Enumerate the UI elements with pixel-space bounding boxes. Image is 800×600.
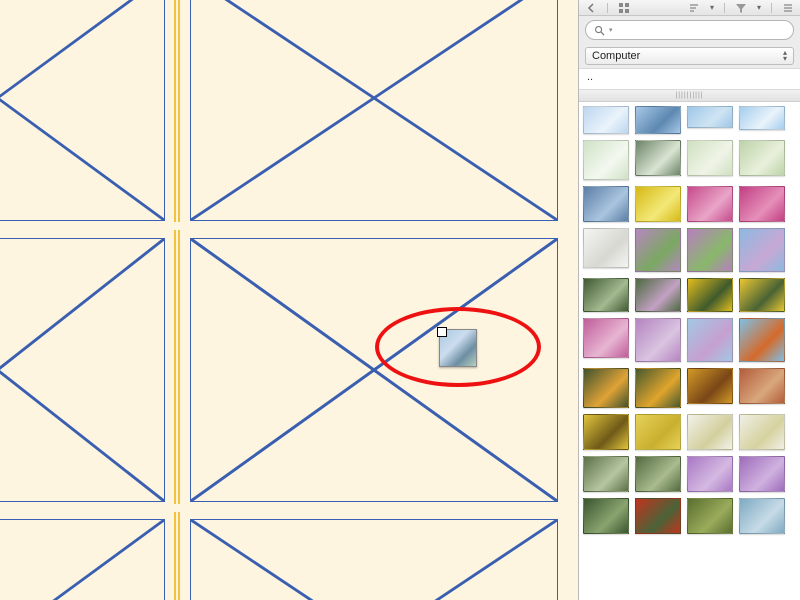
thumbnail[interactable] [739, 414, 785, 450]
thumbnail[interactable] [687, 140, 733, 176]
thumbnail[interactable] [583, 318, 629, 358]
panel-toolbar: ▾ ▾ [579, 0, 800, 16]
stepper-icon: ▴▾ [783, 50, 787, 62]
thumbnail[interactable] [687, 228, 733, 272]
thumbnail[interactable] [687, 106, 733, 128]
thumbnail[interactable] [635, 106, 681, 134]
thumbnail[interactable] [687, 498, 733, 534]
search-row: ▾ [579, 16, 800, 44]
thumbnail[interactable] [739, 456, 785, 492]
drag-preview-thumbnail[interactable] [439, 329, 477, 367]
thumbnail[interactable] [635, 186, 681, 222]
thumbnail[interactable] [583, 186, 629, 222]
location-selected-label: Computer [592, 50, 640, 62]
chevron-down-icon[interactable]: ▾ [710, 5, 714, 11]
thumbnail[interactable] [583, 414, 629, 450]
image-frame[interactable] [190, 238, 558, 502]
thumbnail[interactable] [739, 498, 785, 534]
page-gap [0, 222, 578, 230]
search-input[interactable] [617, 24, 785, 36]
thumbnail[interactable] [583, 278, 629, 312]
image-frame[interactable] [0, 238, 165, 502]
thumbnail[interactable] [583, 368, 629, 408]
menu-icon[interactable] [782, 2, 794, 14]
thumbnail[interactable] [739, 140, 785, 176]
search-box[interactable]: ▾ [585, 20, 794, 40]
thumbnail[interactable] [583, 456, 629, 492]
image-frame[interactable] [0, 519, 165, 600]
thumbnail[interactable] [739, 186, 785, 222]
panel-splitter[interactable]: |||||||||| [579, 90, 800, 102]
thumbnail-scroll[interactable] [579, 102, 800, 600]
thumbnail[interactable] [583, 106, 629, 134]
chevron-down-icon[interactable]: ▾ [757, 5, 761, 11]
search-icon [594, 25, 605, 36]
filter-icon[interactable] [735, 2, 747, 14]
location-row: Computer ▴▾ [579, 44, 800, 68]
thumbnail[interactable] [635, 456, 681, 492]
path-up-label: .. [587, 71, 593, 83]
thumbnail[interactable] [635, 318, 681, 362]
thumbnail[interactable] [739, 106, 785, 130]
chevron-down-icon[interactable]: ▾ [609, 26, 613, 34]
thumbnail[interactable] [739, 228, 785, 272]
thumbnail[interactable] [583, 228, 629, 268]
thumbnail[interactable] [635, 278, 681, 312]
image-frame[interactable] [190, 519, 558, 600]
thumbnail[interactable] [687, 368, 733, 404]
sort-icon[interactable] [688, 2, 700, 14]
thumbnail[interactable] [583, 140, 629, 180]
image-frame[interactable] [0, 0, 165, 221]
thumbnail[interactable] [635, 498, 681, 534]
thumbnail[interactable] [635, 414, 681, 450]
media-browser-panel: ▾ ▾ ▾ Computer ▴▾ .. [578, 0, 800, 600]
thumbnail[interactable] [583, 498, 629, 534]
thumbnail[interactable] [687, 456, 733, 492]
thumbnail[interactable] [635, 368, 681, 408]
thumbnail[interactable] [687, 278, 733, 312]
location-select[interactable]: Computer ▴▾ [585, 47, 794, 65]
thumbnail[interactable] [635, 228, 681, 272]
thumbnail-grid [583, 106, 798, 534]
thumbnail[interactable] [687, 318, 733, 362]
layout-canvas[interactable] [0, 0, 578, 600]
image-frame[interactable] [190, 0, 558, 221]
thumbnail[interactable] [687, 414, 733, 450]
back-icon[interactable] [585, 2, 597, 14]
splitter-grip: |||||||||| [675, 92, 703, 99]
path-up-row[interactable]: .. [579, 68, 800, 90]
view-icon[interactable] [618, 2, 630, 14]
toolbar-separator [724, 3, 725, 13]
toolbar-separator [771, 3, 772, 13]
thumbnail[interactable] [635, 140, 681, 176]
thumbnail[interactable] [739, 318, 785, 362]
thumbnail[interactable] [739, 368, 785, 404]
thumbnail[interactable] [687, 186, 733, 222]
page-gap [0, 504, 578, 512]
thumbnail[interactable] [739, 278, 785, 312]
toolbar-separator [607, 3, 608, 13]
